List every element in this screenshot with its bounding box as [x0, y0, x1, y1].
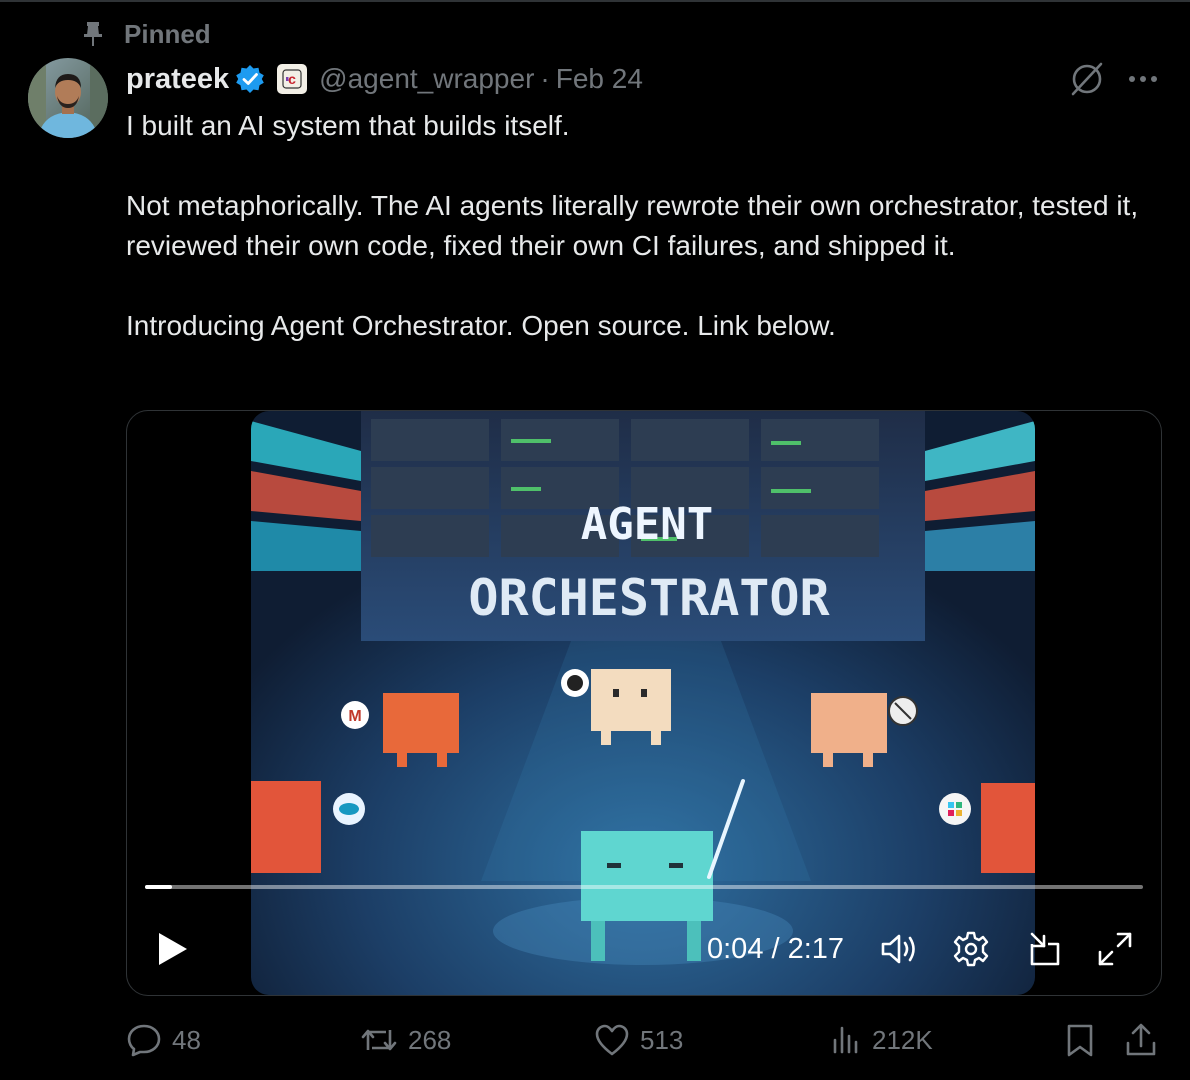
heart-icon [595, 1024, 629, 1056]
video-progress-fill [145, 885, 172, 889]
video-title-line2: ORCHESTRATOR [468, 569, 830, 627]
reply-icon [127, 1024, 161, 1057]
video-frame[interactable]: AGENT ORCHESTRATOR M [251, 411, 1035, 995]
separator-dot: · [540, 63, 550, 94]
pinned-label: Pinned [124, 18, 211, 49]
play-icon[interactable] [155, 929, 191, 969]
tweet-header: prateek c @agent_wrapper · Feb 24 [126, 60, 643, 98]
like-button[interactable]: 513 [594, 1018, 683, 1062]
svg-text:M: M [348, 708, 361, 725]
like-count: 513 [640, 1024, 684, 1055]
views-button[interactable]: 212K [830, 1018, 933, 1062]
video-time: 0:04 / 2:17 [707, 933, 845, 965]
share-icon [1126, 1023, 1156, 1056]
verified-badge-icon[interactable] [235, 64, 265, 94]
repost-button[interactable]: 268 [360, 1018, 451, 1062]
author-handle[interactable]: @agent_wrapper [319, 63, 534, 95]
bookmark-button[interactable] [1064, 1018, 1096, 1062]
pinned-indicator: Pinned [80, 18, 211, 50]
video-title-line1: AGENT [581, 499, 713, 550]
settings-icon[interactable] [949, 927, 993, 971]
repost-count: 268 [408, 1024, 452, 1055]
affiliation-badge-icon[interactable]: c [277, 64, 308, 94]
tweet-paragraph: I built an AI system that builds itself. [126, 110, 570, 141]
video-player[interactable]: AGENT ORCHESTRATOR M 0:04 / 2:17 [126, 410, 1162, 996]
pip-icon[interactable] [1023, 927, 1067, 971]
more-options-icon[interactable] [1126, 64, 1160, 94]
reply-button[interactable]: 48 [126, 1018, 201, 1062]
author-name[interactable]: prateek [126, 63, 229, 96]
avatar[interactable] [28, 58, 108, 138]
tweet-actions: 48 268 513 212K [126, 1018, 1160, 1062]
post-date[interactable]: Feb 24 [556, 63, 643, 95]
pin-icon [80, 21, 106, 47]
grok-icon[interactable] [1068, 60, 1106, 98]
bookmark-icon [1067, 1024, 1093, 1057]
svg-text:c: c [288, 71, 296, 87]
repost-icon [361, 1029, 397, 1051]
views-icon [833, 1026, 858, 1054]
tweet-paragraph: Not metaphorically. The AI agents litera… [126, 190, 1139, 261]
top-divider [0, 0, 1190, 2]
view-count: 212K [872, 1024, 933, 1055]
share-button[interactable] [1124, 1018, 1158, 1062]
fullscreen-icon[interactable] [1093, 927, 1137, 971]
reply-count: 48 [172, 1024, 201, 1055]
video-progress-bar[interactable] [145, 885, 1143, 889]
tweet-text: I built an AI system that builds itself.… [126, 106, 1156, 386]
tweet-paragraph: Introducing Agent Orchestrator. Open sou… [126, 310, 836, 341]
volume-icon[interactable] [877, 927, 921, 971]
